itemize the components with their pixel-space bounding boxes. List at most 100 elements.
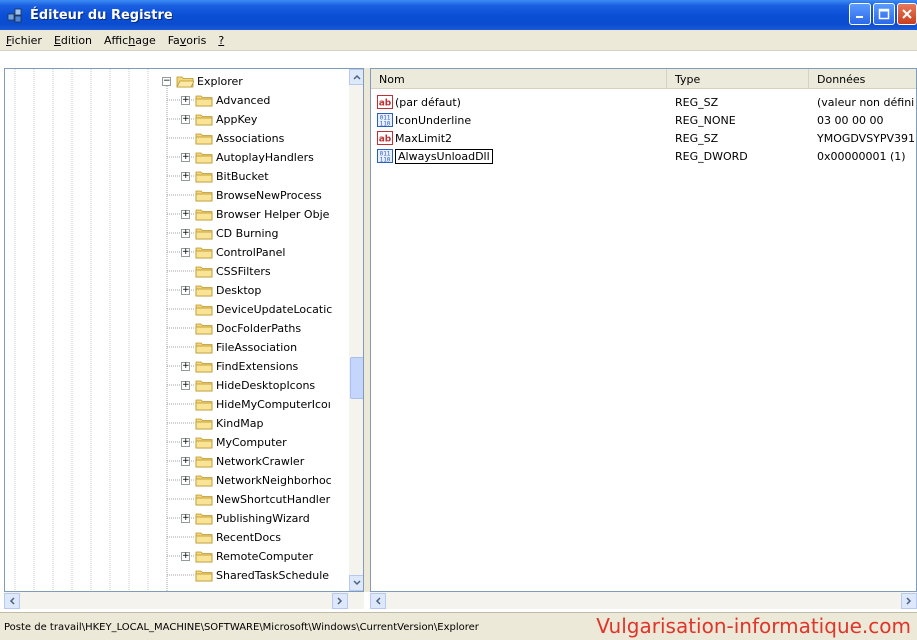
value-name-cell: ab MaxLimit2 — [377, 129, 665, 147]
folder-icon — [195, 550, 213, 563]
expand-icon[interactable]: + — [181, 362, 190, 371]
expand-icon[interactable]: + — [181, 172, 190, 181]
tree-item-child-8[interactable]: + ControlPanel — [5, 243, 349, 262]
folder-icon — [195, 303, 213, 316]
folder-icon — [195, 246, 213, 259]
tree-item-label: Desktop — [216, 284, 262, 297]
folder-icon — [195, 227, 213, 240]
expand-icon[interactable]: + — [181, 552, 190, 561]
key-tree-pane[interactable]: − Explorer + Advanced + AppKey Associations + Au… — [4, 68, 364, 592]
tree-item-child-0[interactable]: + Advanced — [5, 91, 349, 110]
table-row[interactable]: ab MaxLimit2 REG_SZ YMOGDVSYPV391 — [371, 129, 916, 147]
menu-item-2[interactable]: Affichage — [98, 34, 162, 47]
value-data-cell: YMOGDVSYPV391 — [817, 131, 916, 145]
menu-item-3[interactable]: Favoris — [162, 34, 213, 47]
expand-icon[interactable]: + — [181, 381, 190, 390]
tree-item-child-18[interactable]: + MyComputer — [5, 433, 349, 452]
minimize-button[interactable] — [849, 3, 871, 25]
value-name-cell: 011 110 IconUnderline — [377, 111, 665, 129]
tree-item-label: SharedTaskSchedule — [216, 569, 330, 582]
tree-item-child-22[interactable]: + PublishingWizard — [5, 509, 349, 528]
expand-icon[interactable]: + — [181, 514, 190, 523]
title-bar[interactable]: Éditeur du Registre — [0, 0, 917, 30]
tree-item-child-2[interactable]: Associations — [5, 129, 349, 148]
tree-item-child-12[interactable]: DocFolderPaths — [5, 319, 349, 338]
svg-text:ab: ab — [379, 135, 392, 145]
tree-item-child-24[interactable]: + RemoteComputer — [5, 547, 349, 566]
tree-item-child-6[interactable]: + Browser Helper Obje — [5, 205, 349, 224]
value-name: MaxLimit2 — [395, 131, 453, 145]
folder-icon — [195, 113, 213, 126]
folder-icon — [195, 151, 213, 164]
tree-item-child-23[interactable]: RecentDocs — [5, 528, 349, 547]
tree-item-child-5[interactable]: BrowseNewProcess — [5, 186, 349, 205]
column-header-name[interactable]: Nom — [371, 69, 667, 89]
expand-icon[interactable]: + — [181, 248, 190, 257]
expand-icon[interactable]: + — [181, 476, 190, 485]
folder-icon — [195, 341, 213, 354]
tree-item-child-19[interactable]: + NetworkCrawler — [5, 452, 349, 471]
tree-item-child-16[interactable]: HideMyComputerIcoı — [5, 395, 349, 414]
tree-item-child-3[interactable]: + AutoplayHandlers — [5, 148, 349, 167]
scroll-left-button[interactable] — [4, 592, 20, 609]
tree-item-child-20[interactable]: + NetworkNeighborhoc — [5, 471, 349, 490]
tree-item-child-14[interactable]: + FindExtensions — [5, 357, 349, 376]
expand-icon[interactable]: + — [181, 96, 190, 105]
tree-item-child-4[interactable]: + BitBucket — [5, 167, 349, 186]
tree-item-child-1[interactable]: + AppKey — [5, 110, 349, 129]
expand-icon[interactable]: + — [181, 457, 190, 466]
string-value-icon: ab — [377, 95, 395, 109]
tree-item-label: RecentDocs — [216, 531, 281, 544]
table-row[interactable]: 011 110 AlwaysUnloadDll REG_DWORD 0x00000001… — [371, 147, 916, 165]
maximize-button[interactable] — [873, 3, 895, 25]
column-header-label: Données — [817, 72, 866, 86]
menu-item-4[interactable]: ? — [212, 34, 230, 47]
expand-icon[interactable]: + — [181, 229, 190, 238]
svg-text:110: 110 — [380, 121, 391, 128]
expand-icon[interactable]: + — [181, 153, 190, 162]
tree-item-label: CSSFilters — [216, 265, 271, 278]
tree-item-label: Associations — [216, 132, 285, 145]
tree-item-child-9[interactable]: CSSFilters — [5, 262, 349, 281]
table-row[interactable]: ab (par défaut) REG_SZ (valeur non défini — [371, 93, 916, 111]
minimize-icon — [856, 16, 863, 18]
expand-icon[interactable]: + — [181, 210, 190, 219]
column-header-type[interactable]: Type — [667, 69, 809, 89]
menu-item-0[interactable]: Fichier — [0, 34, 48, 47]
value-type-cell: REG_SZ — [675, 95, 719, 109]
expand-icon[interactable]: + — [181, 286, 190, 295]
column-header-label: Nom — [379, 72, 405, 86]
scroll-right-button[interactable] — [901, 592, 917, 609]
scroll-right-button[interactable] — [332, 592, 348, 609]
expand-icon[interactable]: + — [181, 438, 190, 447]
tree-item-child-13[interactable]: FileAssociation — [5, 338, 349, 357]
tree-item-child-10[interactable]: + Desktop — [5, 281, 349, 300]
tree-item-label: KindMap — [216, 417, 264, 430]
tree-item-child-21[interactable]: NewShortcutHandler — [5, 490, 349, 509]
list-horizontal-scrollbar[interactable] — [370, 592, 917, 609]
folder-icon — [195, 436, 213, 449]
scroll-thumb[interactable] — [350, 357, 363, 399]
scroll-left-button[interactable] — [370, 592, 386, 609]
tree-item-child-15[interactable]: + HideDesktopIcons — [5, 376, 349, 395]
tree-item-child-7[interactable]: + CD Burning — [5, 224, 349, 243]
tree-item-label: AutoplayHandlers — [216, 151, 314, 164]
scroll-up-button[interactable] — [349, 69, 363, 85]
values-list-pane[interactable]: Nom Type Données ab (par défaut) REG_SZ (va… — [370, 68, 917, 592]
tree-horizontal-scrollbar[interactable] — [4, 592, 364, 609]
tree-item-child-11[interactable]: DeviceUpdateLocatic — [5, 300, 349, 319]
scroll-down-button[interactable] — [349, 575, 363, 591]
expand-icon[interactable]: + — [181, 115, 190, 124]
close-button[interactable] — [897, 3, 917, 25]
binary-value-icon: 011 110 — [377, 149, 395, 163]
collapse-icon[interactable]: − — [162, 77, 171, 86]
folder-icon — [195, 379, 213, 392]
table-row[interactable]: 011 110 IconUnderline REG_NONE 03 00 00 00 — [371, 111, 916, 129]
menu-item-1[interactable]: Edition — [48, 34, 98, 47]
folder-icon — [195, 284, 213, 297]
tree-item-explorer[interactable]: − Explorer — [5, 72, 349, 91]
tree-item-child-17[interactable]: KindMap — [5, 414, 349, 433]
column-header-data[interactable]: Données — [809, 69, 916, 89]
tree-vertical-scrollbar[interactable] — [349, 69, 363, 591]
tree-item-child-25[interactable]: SharedTaskSchedule — [5, 566, 349, 585]
